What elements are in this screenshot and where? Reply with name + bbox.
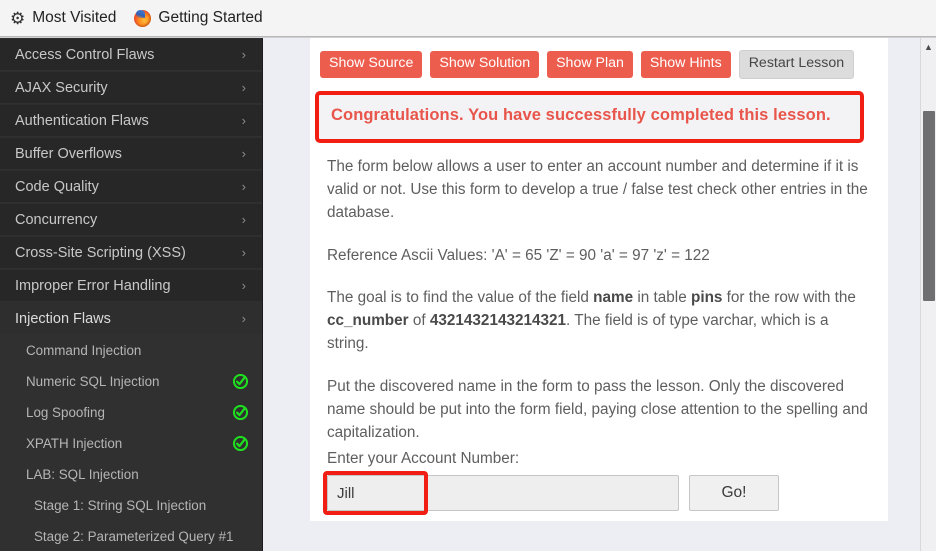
sidebar-item-label: Access Control Flaws — [15, 46, 155, 63]
show-plan-button[interactable]: Show Plan — [547, 51, 633, 78]
sidebar-lesson-command-injection[interactable]: Command Injection — [0, 335, 262, 366]
completed-check-icon — [233, 436, 248, 451]
sidebar-item-injection-flaws[interactable]: Injection Flaws › — [0, 302, 262, 335]
sidebar-item-buffer-overflows[interactable]: Buffer Overflows › — [0, 137, 262, 170]
goal-text-part-2: in table — [633, 288, 691, 306]
sidebar-item-concurrency[interactable]: Concurrency › — [0, 203, 262, 236]
bookmarks-toolbar: ⚙ Most Visited Getting Started — [0, 0, 936, 37]
sidebar-lesson-label: Log Spoofing — [26, 405, 105, 420]
bookmark-getting-started-label: Getting Started — [158, 9, 263, 26]
sidebar-item-label: Injection Flaws — [15, 310, 111, 327]
account-form-row: Go! — [323, 471, 874, 516]
sidebar-item-label: Cross-Site Scripting (XSS) — [15, 244, 186, 261]
chevron-right-icon: › — [241, 245, 246, 260]
lesson-panel: Show Source Show Solution Show Plan Show… — [310, 38, 888, 522]
completed-check-icon — [233, 405, 248, 420]
sidebar-item-label: Concurrency — [15, 211, 98, 228]
lesson-paragraph-4: Put the discovered name in the form to p… — [327, 377, 868, 442]
lesson-content-area: Show Source Show Solution Show Plan Show… — [263, 38, 920, 551]
account-number-input[interactable] — [327, 475, 679, 512]
lesson-paragraph-3: The goal is to find the value of the fie… — [327, 286, 874, 356]
chevron-right-icon: › — [241, 311, 246, 326]
chevron-right-icon: › — [241, 146, 246, 161]
restart-lesson-button[interactable]: Restart Lesson — [738, 50, 855, 79]
sidebar-item-label: Authentication Flaws — [15, 112, 149, 129]
sidebar-lesson-label: Stage 1: String SQL Injection — [34, 498, 207, 513]
gear-icon: ⚙ — [10, 8, 26, 28]
goal-text-part-4: of — [408, 312, 430, 330]
scrollbar-thumb[interactable] — [923, 111, 935, 301]
sidebar-lesson-stage-1[interactable]: Stage 1: String SQL Injection — [0, 490, 262, 521]
table-name-bold: pins — [690, 288, 723, 306]
sidebar-item-code-quality[interactable]: Code Quality › — [0, 170, 262, 203]
congratulations-message: Congratulations. You have successfully c… — [331, 106, 831, 124]
completed-check-icon — [233, 374, 248, 389]
go-button[interactable]: Go! — [689, 475, 779, 512]
bookmark-getting-started[interactable]: Getting Started — [134, 9, 263, 27]
congratulations-banner: Congratulations. You have successfully c… — [315, 91, 864, 143]
cc-number-field-bold: cc_number — [327, 312, 409, 330]
sidebar-lesson-label: LAB: SQL Injection — [26, 467, 139, 482]
sidebar-item-label: Code Quality — [15, 178, 99, 195]
sidebar-lesson-lab-sql-injection[interactable]: LAB: SQL Injection — [0, 459, 262, 490]
sidebar-lesson-label: XPATH Injection — [26, 436, 123, 451]
show-source-button[interactable]: Show Source — [320, 51, 423, 78]
sidebar-item-label: AJAX Security — [15, 79, 108, 96]
bookmark-most-visited[interactable]: ⚙ Most Visited — [10, 9, 116, 27]
account-form: Enter your Account Number: Go! — [310, 448, 888, 521]
chevron-right-icon: › — [241, 47, 246, 62]
field-name-bold: name — [593, 288, 634, 306]
chevron-right-icon: › — [241, 113, 246, 128]
sidebar-item-improper-error-handling[interactable]: Improper Error Handling › — [0, 269, 262, 302]
lesson-category-sidebar: Access Control Flaws › AJAX Security › A… — [0, 38, 263, 551]
lesson-description: The form below allows a user to enter an… — [310, 143, 888, 449]
sidebar-lesson-label: Stage 2: Parameterized Query #1 — [34, 529, 234, 544]
sidebar-item-label: Buffer Overflows — [15, 145, 122, 162]
lesson-paragraph-1: The form below allows a user to enter an… — [327, 157, 868, 222]
browser-viewport: Access Control Flaws › AJAX Security › A… — [0, 37, 936, 551]
sidebar-lesson-xpath-injection[interactable]: XPATH Injection — [0, 428, 262, 459]
goal-text-part-1: The goal is to find the value of the fie… — [327, 288, 594, 306]
scroll-up-arrow-icon[interactable]: ▲ — [921, 38, 936, 55]
bookmark-most-visited-label: Most Visited — [32, 9, 117, 26]
sidebar-item-cross-site-scripting[interactable]: Cross-Site Scripting (XSS) › — [0, 236, 262, 269]
chevron-right-icon: › — [241, 212, 246, 227]
sidebar-lesson-numeric-sql-injection[interactable]: Numeric SQL Injection — [0, 366, 262, 397]
lesson-paragraph-2: Reference Ascii Values: 'A' = 65 'Z' = 9… — [327, 246, 710, 264]
sidebar-item-label: Improper Error Handling — [15, 277, 171, 294]
sidebar-lesson-log-spoofing[interactable]: Log Spoofing — [0, 397, 262, 428]
sidebar-lesson-stage-2[interactable]: Stage 2: Parameterized Query #1 — [0, 521, 262, 551]
show-hints-button[interactable]: Show Hints — [640, 51, 731, 78]
account-number-label: Enter your Account Number: — [327, 450, 520, 468]
page-scrollbar[interactable]: ▲ — [920, 38, 936, 551]
goal-text-part-3: for the row with the — [722, 288, 856, 306]
lesson-toolbar: Show Source Show Solution Show Plan Show… — [310, 38, 888, 91]
sidebar-lesson-label: Command Injection — [26, 343, 142, 358]
cc-number-value-bold: 4321432143214321 — [429, 312, 567, 330]
sidebar-item-access-control-flaws[interactable]: Access Control Flaws › — [0, 38, 262, 71]
sidebar-item-ajax-security[interactable]: AJAX Security › — [0, 71, 262, 104]
chevron-right-icon: › — [241, 80, 246, 95]
chevron-right-icon: › — [241, 179, 246, 194]
firefox-logo-icon — [134, 9, 152, 27]
sidebar-lesson-label: Numeric SQL Injection — [26, 374, 160, 389]
show-solution-button[interactable]: Show Solution — [430, 51, 540, 78]
sidebar-item-authentication-flaws[interactable]: Authentication Flaws › — [0, 104, 262, 137]
chevron-right-icon: › — [241, 278, 246, 293]
